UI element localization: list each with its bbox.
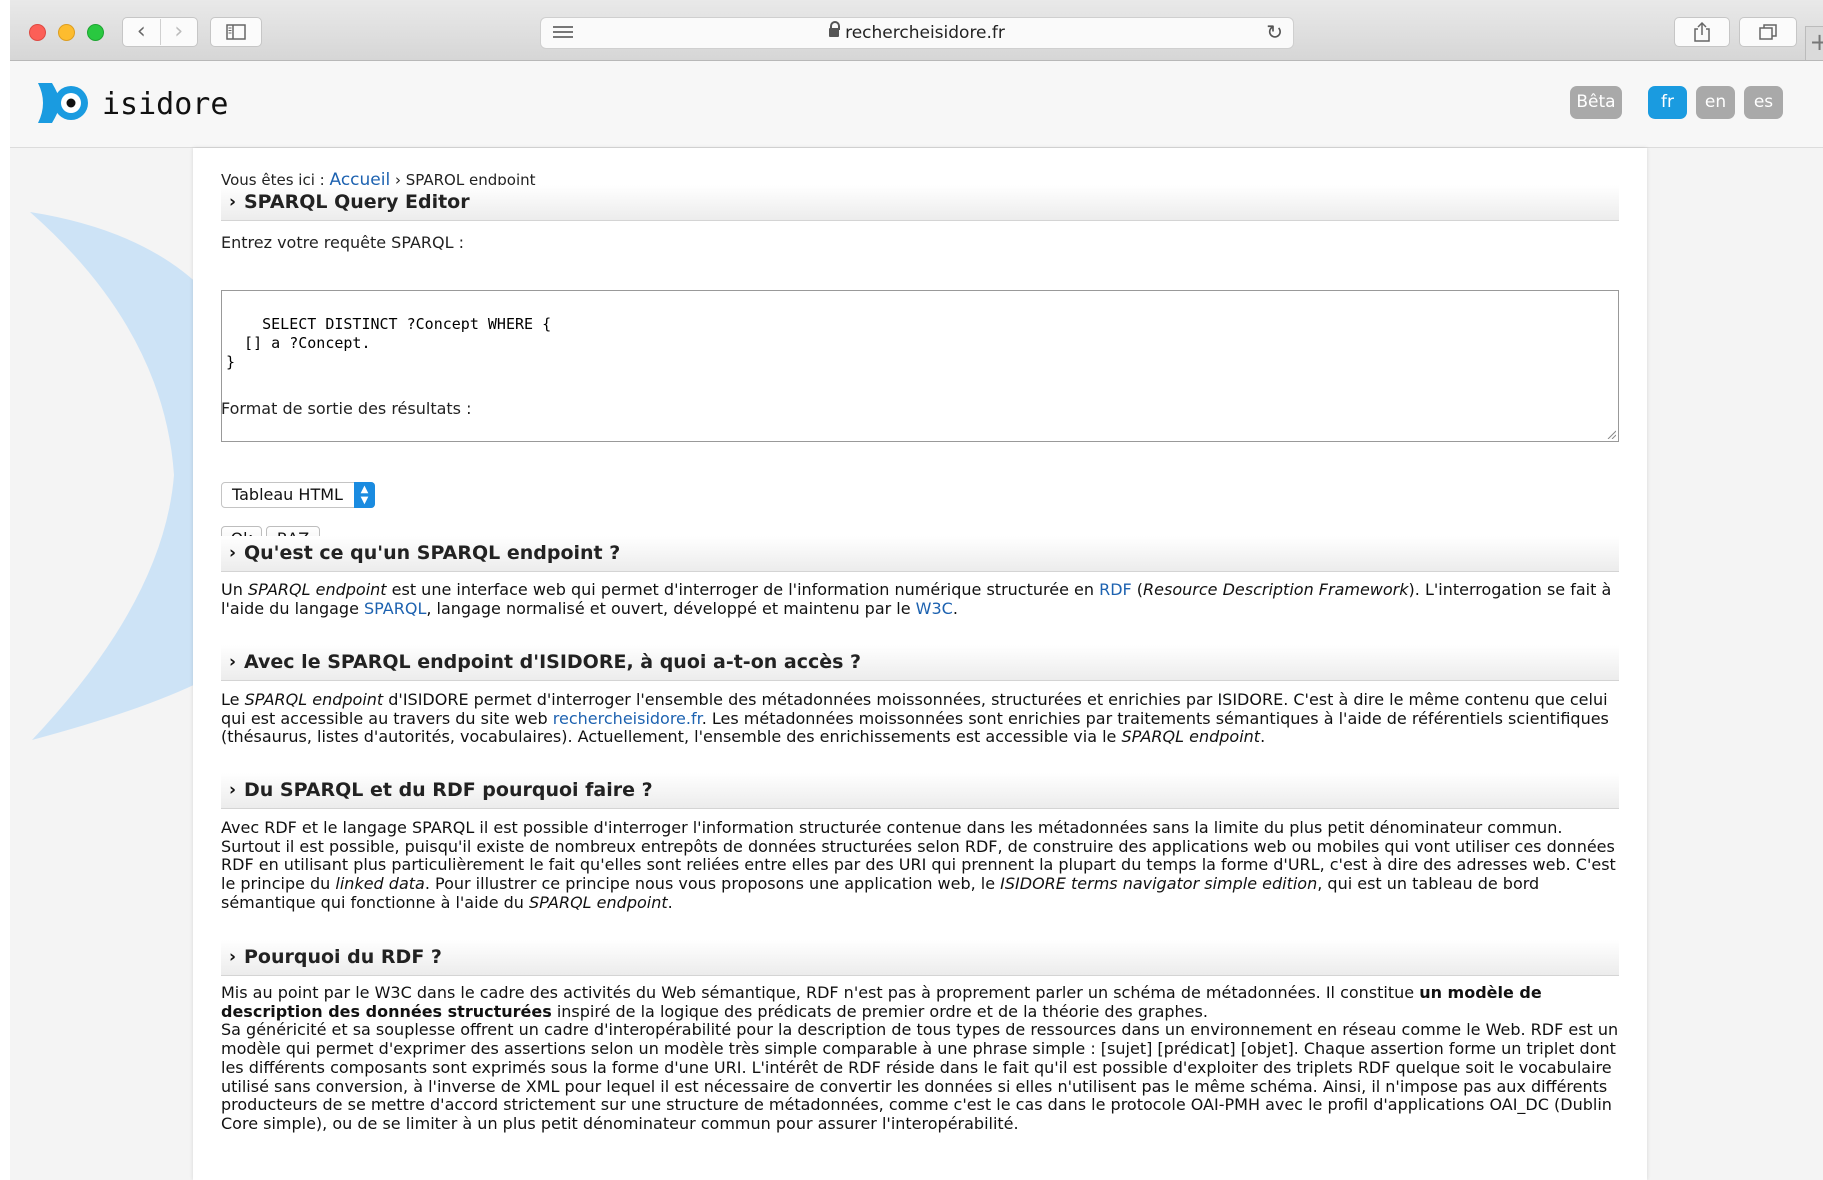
lock-icon: [829, 20, 841, 37]
chevron-right-icon: ›: [229, 947, 237, 967]
section-header-why-sparql: › Du SPARQL et du RDF pourquoi faire ?: [221, 773, 1619, 809]
w3c-link[interactable]: W3C: [916, 599, 953, 618]
section-title: Du SPARQL et du RDF pourquoi faire ?: [244, 779, 653, 801]
section-header-editor: › SPARQL Query Editor: [221, 185, 1619, 221]
chevron-right-icon: ›: [229, 543, 237, 563]
zoom-window-button[interactable]: [87, 24, 104, 41]
sidebar-icon: [226, 24, 246, 40]
language-es-button[interactable]: es: [1744, 86, 1783, 119]
minimize-window-button[interactable]: [58, 24, 75, 41]
rechercheisidore-link[interactable]: rechercheisidore.fr: [553, 709, 702, 728]
back-button[interactable]: ‹: [123, 19, 160, 45]
query-label: Entrez votre requête SPARQL :: [221, 233, 465, 252]
browser-toolbar: ‹ › rechercheisidore.fr ↻ +: [10, 0, 1823, 61]
section-header-what-is-endpoint: › Qu'est ce qu'un SPARQL endpoint ?: [221, 536, 1619, 572]
section-title: Qu'est ce qu'un SPARQL endpoint ?: [244, 542, 621, 564]
chevron-right-icon: ›: [229, 652, 237, 672]
format-label: Format de sortie des résultats :: [221, 399, 472, 418]
paragraph-why-sparql: Avec RDF et le langage SPARQL il est pos…: [221, 818, 1616, 912]
close-window-button[interactable]: [29, 24, 46, 41]
section-header-access: › Avec le SPARQL endpoint d'ISIDORE, à q…: [221, 645, 1619, 681]
sparql-query-input[interactable]: SELECT DISTINCT ?Concept WHERE { [] a ?C…: [221, 290, 1619, 442]
output-format-value: Tableau HTML: [232, 485, 343, 504]
section-title: SPARQL Query Editor: [244, 191, 470, 213]
decorative-logo-shape: [30, 212, 204, 740]
beta-badge: Bêta: [1570, 86, 1622, 119]
tab-overview-button[interactable]: [1739, 17, 1797, 47]
language-en-button[interactable]: en: [1696, 86, 1735, 119]
isidore-logo-icon[interactable]: [38, 81, 92, 125]
main-content: Vous êtes ici : Accueil › SPARQL endpoin…: [193, 148, 1647, 1180]
url-text: rechercheisidore.fr: [845, 23, 1005, 43]
new-tab-button[interactable]: +: [1805, 26, 1823, 60]
language-fr-button[interactable]: fr: [1648, 86, 1687, 119]
paragraph-why-rdf: Mis au point par le W3C dans le cadre de…: [221, 983, 1619, 1133]
section-title: Avec le SPARQL endpoint d'ISIDORE, à quo…: [244, 651, 862, 673]
sidebar-toggle-button[interactable]: [210, 17, 262, 47]
paragraph-access: Le SPARQL endpoint d'ISIDORE permet d'in…: [221, 690, 1609, 747]
rdf-link[interactable]: RDF: [1099, 580, 1132, 599]
site-header: isidore Bêta fr en es: [10, 61, 1823, 148]
tabs-icon: [1759, 24, 1777, 40]
reload-icon[interactable]: ↻: [1266, 20, 1283, 44]
resize-grip-icon[interactable]: [1606, 429, 1616, 439]
address-bar[interactable]: rechercheisidore.fr ↻: [540, 17, 1294, 49]
share-button[interactable]: [1674, 17, 1730, 47]
chevron-right-icon: ›: [229, 780, 237, 800]
sparql-link[interactable]: SPARQL: [364, 599, 426, 618]
output-format-select[interactable]: Tableau HTML ▲ ▼: [221, 482, 375, 508]
share-icon: [1694, 21, 1710, 42]
site-logo-text[interactable]: isidore: [102, 87, 228, 122]
forward-button[interactable]: ›: [159, 19, 198, 45]
history-nav: ‹ ›: [122, 17, 198, 47]
query-text: SELECT DISTINCT ?Concept WHERE { [] a ?C…: [226, 315, 552, 371]
paragraph-what-is-endpoint: Un SPARQL endpoint est une interface web…: [221, 580, 1612, 618]
section-title: Pourquoi du RDF ?: [244, 946, 442, 968]
chevron-right-icon: ›: [229, 192, 237, 212]
select-arrows-icon: ▲ ▼: [354, 482, 375, 508]
section-header-why-rdf: › Pourquoi du RDF ?: [221, 940, 1619, 976]
